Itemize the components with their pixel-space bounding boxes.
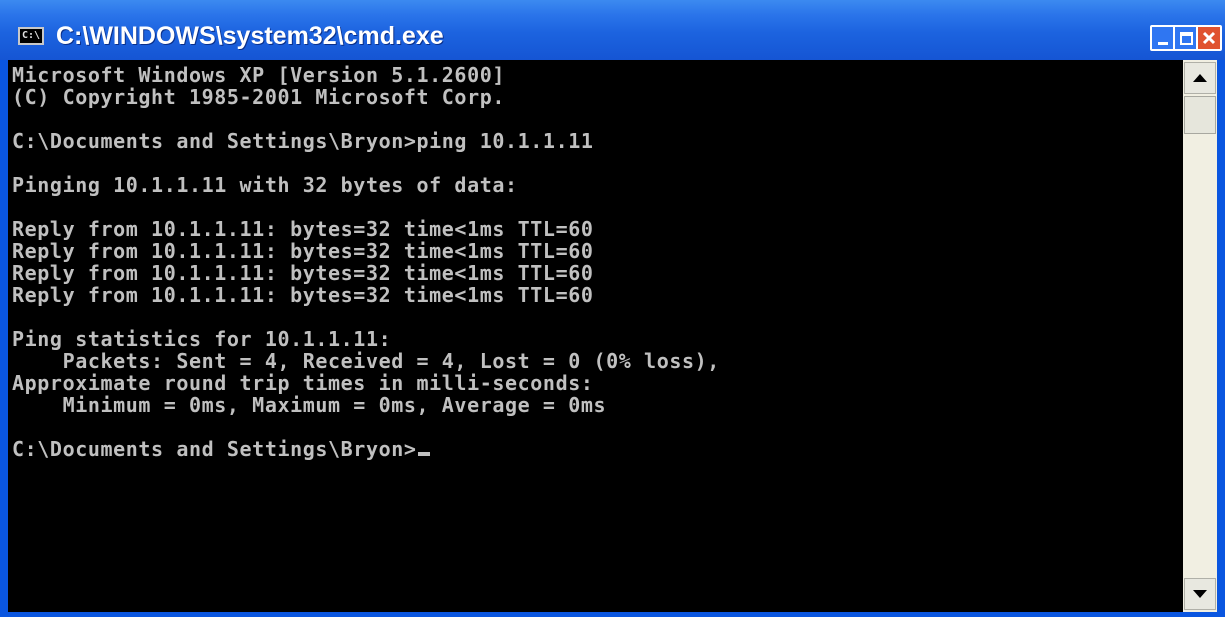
console-line: Minimum = 0ms, Maximum = 0ms, Average = … (12, 393, 607, 417)
arrow-down-icon (1193, 590, 1207, 598)
console-line: Approximate round trip times in milli-se… (12, 371, 594, 395)
close-button[interactable] (1196, 25, 1222, 51)
console-line: Pinging 10.1.1.11 with 32 bytes of data: (12, 173, 518, 197)
console-line: Reply from 10.1.1.11: bytes=32 time<1ms … (12, 239, 594, 263)
cmd-icon[interactable]: C:\ (18, 27, 44, 45)
console-area[interactable]: Microsoft Windows XP [Version 5.1.2600] … (8, 60, 1183, 612)
console-line: Reply from 10.1.1.11: bytes=32 time<1ms … (12, 217, 594, 241)
minimize-icon (1158, 41, 1168, 45)
arrow-up-icon (1193, 74, 1207, 82)
console-line: (C) Copyright 1985-2001 Microsoft Corp. (12, 85, 505, 109)
console-output: Microsoft Windows XP [Version 5.1.2600] … (8, 60, 1183, 460)
vertical-scrollbar[interactable] (1183, 60, 1217, 612)
console-line: Reply from 10.1.1.11: bytes=32 time<1ms … (12, 283, 594, 307)
title-bar[interactable]: C:\ C:\WINDOWS\system32\cmd.exe (0, 0, 1225, 60)
prompt-line[interactable]: C:\Documents and Settings\Bryon> (12, 438, 1183, 460)
close-icon (1202, 31, 1216, 45)
console-line: Microsoft Windows XP [Version 5.1.2600] (12, 63, 505, 87)
console-line: Packets: Sent = 4, Received = 4, Lost = … (12, 349, 720, 373)
cmd-window: C:\ C:\WINDOWS\system32\cmd.exe Microsof… (0, 0, 1225, 617)
text-cursor (417, 452, 430, 456)
window-title: C:\WINDOWS\system32\cmd.exe (56, 22, 444, 50)
console-line: Ping statistics for 10.1.1.11: (12, 327, 392, 351)
prompt-text: C:\Documents and Settings\Bryon> (12, 437, 417, 461)
console-line: C:\Documents and Settings\Bryon>ping 10.… (12, 129, 594, 153)
console-line: Reply from 10.1.1.11: bytes=32 time<1ms … (12, 261, 594, 285)
scroll-up-button[interactable] (1184, 62, 1216, 94)
maximize-icon (1179, 31, 1193, 45)
scroll-thumb[interactable] (1184, 96, 1216, 134)
scroll-down-button[interactable] (1184, 578, 1216, 610)
